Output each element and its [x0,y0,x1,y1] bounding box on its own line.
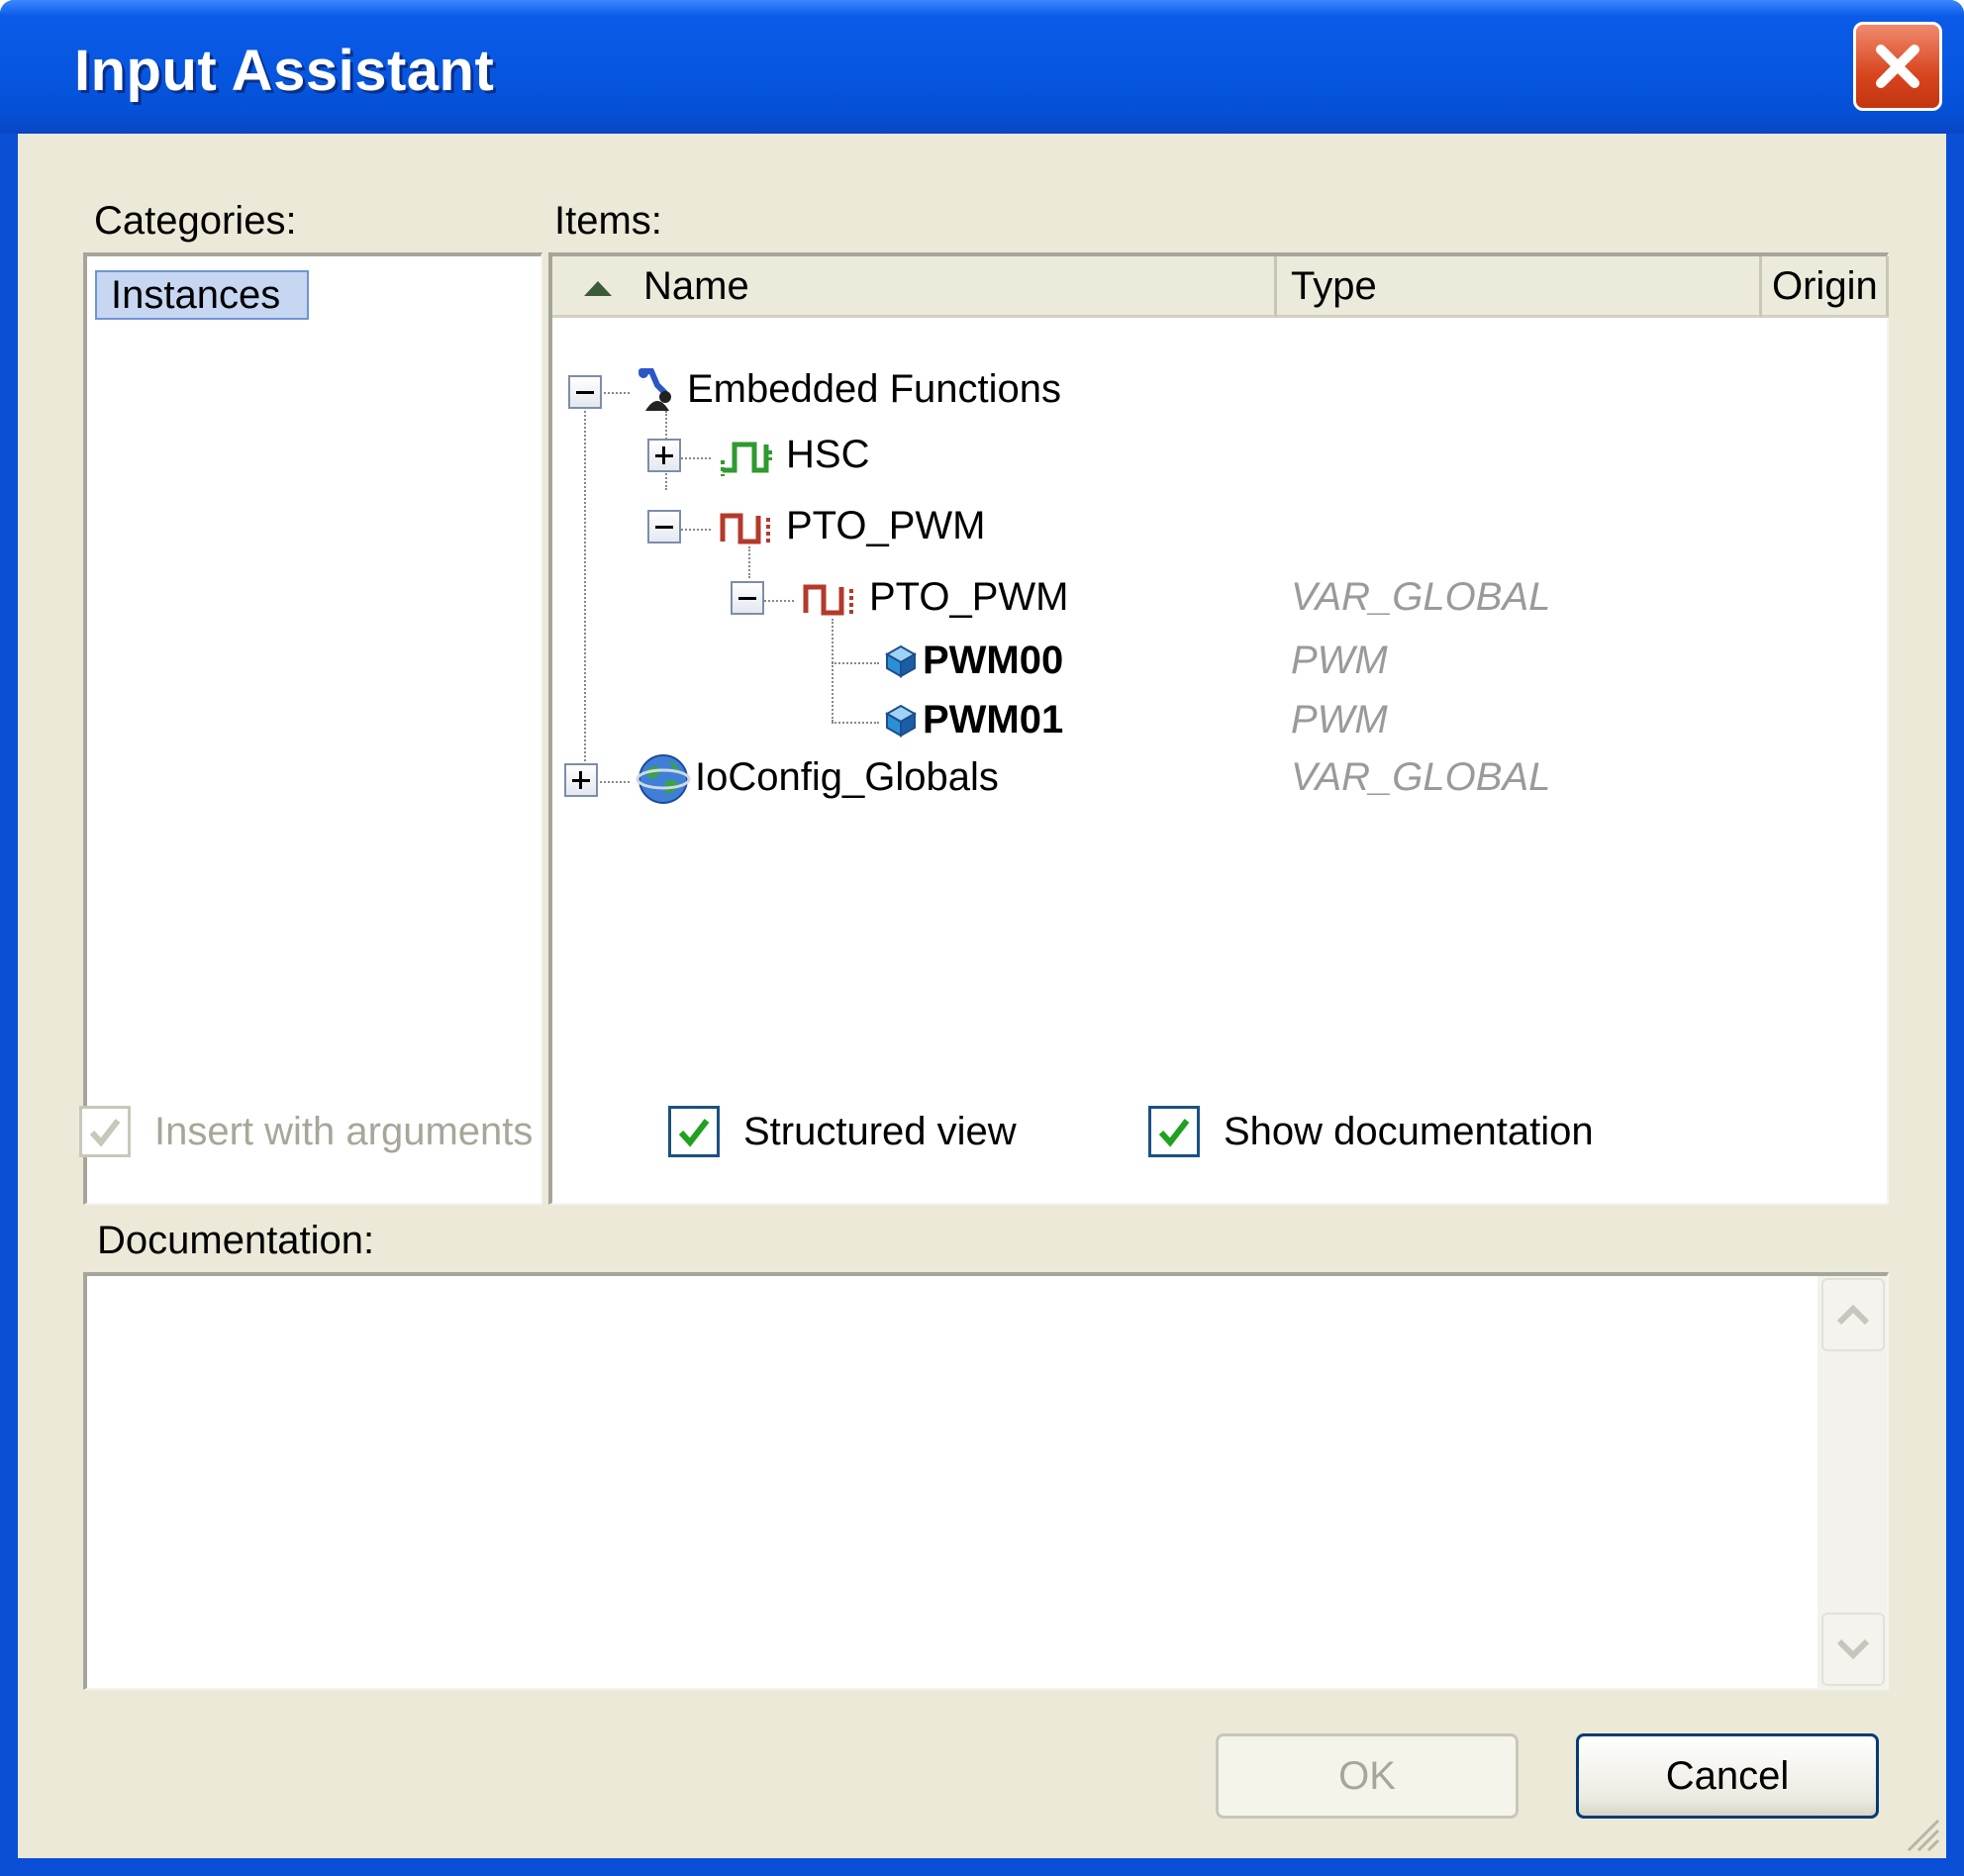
close-button[interactable] [1853,22,1942,111]
tree-line [748,546,750,578]
collapse-toggle[interactable] [731,581,764,615]
tree-line [832,619,834,722]
tree-line [832,662,879,664]
insert-with-arguments-label[interactable]: Insert with arguments [154,1110,533,1154]
variable-block-icon [884,644,918,678]
documentation-textarea[interactable] [83,1272,1889,1690]
expand-toggle[interactable] [647,439,681,472]
variable-block-icon [884,704,918,738]
tree-line [600,781,630,783]
tree-item-type: PWM [1291,639,1388,682]
tree-item-type: VAR_GLOBAL [1291,755,1551,799]
show-documentation-checkbox[interactable] [1148,1106,1200,1157]
tree-line [681,529,711,531]
hsc-pulse-icon [721,442,772,476]
title-bar[interactable]: Input Assistant [0,0,1964,134]
tree-item-label[interactable]: IoConfig_Globals [695,755,999,800]
tree-item-label[interactable]: PTO_PWM [869,575,1069,620]
cancel-button[interactable]: Cancel [1576,1733,1879,1819]
tree-line [584,411,586,773]
tree-item-type: VAR_GLOBAL [1291,575,1551,619]
expand-toggle[interactable] [564,763,598,797]
column-header-origin[interactable]: Origin [1762,256,1889,318]
column-header-type[interactable]: Type [1277,256,1762,318]
pto-pwm-pulse-icon [720,513,770,544]
checkmark-icon [1158,1119,1190,1147]
dialog-title: Input Assistant [74,39,495,103]
show-documentation-label[interactable]: Show documentation [1224,1110,1594,1154]
tree-line [600,392,630,394]
ok-button[interactable]: OK [1216,1733,1519,1819]
structured-view-label[interactable]: Structured view [743,1110,1017,1154]
sort-ascending-icon [584,281,612,296]
tree-line [832,722,879,724]
collapse-toggle[interactable] [568,375,602,409]
items-tree[interactable]: Name Type Origin Embedded Functions HSC … [548,252,1889,1205]
insert-with-arguments-checkbox[interactable] [79,1106,131,1157]
tree-item-label[interactable]: PTO_PWM [786,504,986,548]
chevron-up-icon [1836,1304,1870,1326]
scroll-down-button[interactable] [1821,1613,1885,1686]
tree-item-label[interactable]: PWM00 [923,639,1063,683]
categories-label: Categories: [94,199,297,243]
documentation-scrollbar[interactable] [1817,1276,1887,1688]
checkmark-icon [678,1119,710,1147]
column-origin-label: Origin [1772,264,1878,308]
tree-item-label[interactable]: PWM01 [923,698,1063,742]
column-type-label: Type [1291,264,1377,308]
categories-list[interactable]: Instances [83,252,542,1205]
globe-icon [636,754,691,804]
tree-item-type: PWM [1291,698,1388,741]
input-assistant-window: Input Assistant Categories: Instances It… [0,0,1964,1876]
chevron-down-icon [1836,1638,1870,1660]
close-icon [1876,45,1919,88]
column-name-label: Name [643,264,749,308]
pto-pwm-pulse-icon [803,584,853,616]
scroll-up-button[interactable] [1821,1278,1885,1351]
embedded-functions-icon [638,368,671,411]
collapse-toggle[interactable] [647,510,681,543]
tree-line [764,600,794,602]
items-label: Items: [554,199,662,243]
structured-view-checkbox[interactable] [668,1106,720,1157]
resize-grip-icon[interactable] [1901,1813,1940,1852]
tree-item-label[interactable]: HSC [786,433,869,477]
dialog-client-area: Categories: Instances Items: Name Type O… [18,134,1946,1858]
tree-item-label[interactable]: Embedded Functions [687,367,1061,412]
column-header-name[interactable]: Name [552,256,1277,318]
documentation-label: Documentation: [97,1219,375,1262]
category-item-instances[interactable]: Instances [95,270,309,320]
checkmark-icon [89,1119,121,1147]
tree-line [681,457,711,459]
